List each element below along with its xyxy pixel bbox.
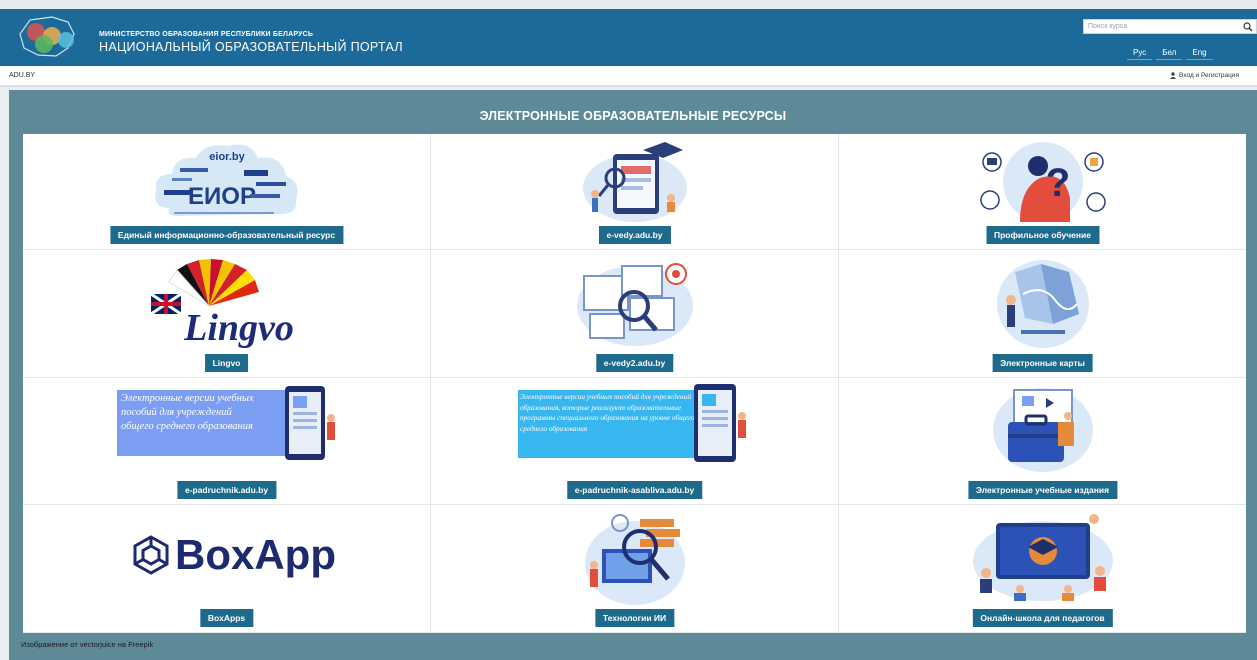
- lang-en[interactable]: Eng: [1186, 46, 1213, 60]
- adu-logo[interactable]: [8, 12, 88, 62]
- breadcrumb-bar: ADU.BY Вход и Регистрация: [0, 66, 1257, 87]
- image-credit: Изображение от vectorjuice на Freepik: [21, 640, 154, 649]
- course-search: [1083, 19, 1257, 34]
- electronic-map-icon: [996, 260, 1089, 348]
- resource-label[interactable]: Технологии ИИ: [594, 609, 675, 627]
- lingvo-flags-icon: Lingvo: [149, 259, 294, 349]
- resource-card[interactable]: Электронные версии учебных пособий для у…: [23, 378, 431, 505]
- resource-card[interactable]: Технологии ИИ: [431, 505, 839, 633]
- textbook-banner-icon: Электронные версии учебных пособий для у…: [116, 386, 335, 460]
- svg-text:ЕИОР: ЕИОР: [188, 183, 256, 210]
- lang-ru[interactable]: Рус: [1127, 46, 1153, 60]
- resource-card[interactable]: BoxApps BoxApps: [23, 505, 431, 633]
- resource-card[interactable]: eior.by ЕИОР Единый информационно-образо…: [23, 134, 431, 250]
- boxapps-logo-icon: BoxApps: [133, 531, 337, 578]
- resource-label[interactable]: e-vedy.adu.by: [598, 226, 671, 244]
- resource-card[interactable]: e-vedy2.adu.by: [431, 250, 839, 378]
- tablet-graduation-icon: [582, 142, 687, 222]
- resource-label[interactable]: Электронные карты: [992, 354, 1093, 372]
- resource-label[interactable]: e-padruchnik-asabliva.adu.by: [566, 481, 703, 499]
- briefcase-media-icon: [992, 388, 1093, 472]
- resource-label[interactable]: e-padruchnik.adu.by: [176, 481, 277, 499]
- main-content: ЭЛЕКТРОННЫЕ ОБРАЗОВАТЕЛЬНЫЕ РЕСУРСЫ eior…: [9, 90, 1257, 660]
- eior-wordcloud-icon: eior.by ЕИОР: [154, 144, 298, 216]
- resource-label[interactable]: Lingvo: [204, 354, 249, 372]
- site-header: МИНИСТЕРСТВО ОБРАЗОВАНИЯ РЕСПУБЛИКИ БЕЛА…: [0, 9, 1257, 66]
- ai-technology-icon: [584, 514, 685, 605]
- svg-text:?: ?: [1045, 161, 1069, 205]
- textbook-banner-special-icon: Электронные версии учебных пособий для у…: [517, 384, 746, 462]
- user-icon: [1170, 72, 1177, 79]
- resource-label[interactable]: Профильное обучение: [985, 226, 1100, 244]
- login-link[interactable]: Вход и Регистрация: [1170, 72, 1239, 79]
- screens-magnifier-icon: [576, 263, 693, 346]
- online-school-icon: [972, 514, 1113, 601]
- resource-label[interactable]: BoxApps: [199, 609, 254, 627]
- resource-label[interactable]: Единый информационно-образовательный рес…: [109, 226, 344, 244]
- resource-label[interactable]: Онлайн-школа для педагогов: [972, 609, 1113, 627]
- svg-text:Lingvo: Lingvo: [183, 307, 294, 349]
- search-icon[interactable]: [1243, 22, 1253, 32]
- resource-card[interactable]: e-vedy.adu.by: [431, 134, 839, 250]
- resource-card[interactable]: Электронные карты: [839, 250, 1246, 378]
- resource-card[interactable]: Электронные версии учебных пособий для у…: [431, 378, 839, 505]
- resource-card[interactable]: Онлайн-школа для педагогов: [839, 505, 1246, 633]
- search-input[interactable]: [1084, 20, 1234, 33]
- ministry-title: МИНИСТЕРСТВО ОБРАЗОВАНИЯ РЕСПУБЛИКИ БЕЛА…: [99, 31, 314, 38]
- login-label: Вход и Регистрация: [1179, 72, 1239, 79]
- resource-grid: eior.by ЕИОР Единый информационно-образо…: [23, 134, 1246, 633]
- resource-card[interactable]: Lingvo Lingvo: [23, 250, 431, 378]
- language-switcher: Рус Бел Eng: [1127, 46, 1213, 60]
- portal-title[interactable]: НАЦИОНАЛЬНЫЙ ОБРАЗОВАТЕЛЬНЫЙ ПОРТАЛ: [99, 40, 403, 54]
- resource-card[interactable]: Электронные учебные издания: [839, 378, 1246, 505]
- svg-text:BoxApps: BoxApps: [175, 531, 337, 578]
- profile-question-icon: ?: [979, 142, 1106, 222]
- top-strip: [0, 0, 1257, 9]
- breadcrumb[interactable]: ADU.BY: [9, 72, 35, 79]
- resource-label[interactable]: Электронные учебные издания: [967, 481, 1118, 499]
- resource-label[interactable]: e-vedy2.adu.by: [595, 354, 674, 372]
- svg-text:eior.by: eior.by: [209, 151, 245, 163]
- lang-be[interactable]: Бел: [1156, 46, 1183, 60]
- section-title: ЭЛЕКТРОННЫЕ ОБРАЗОВАТЕЛЬНЫЕ РЕСУРСЫ: [479, 109, 787, 123]
- resource-card[interactable]: ? Профильное обучение: [839, 134, 1246, 250]
